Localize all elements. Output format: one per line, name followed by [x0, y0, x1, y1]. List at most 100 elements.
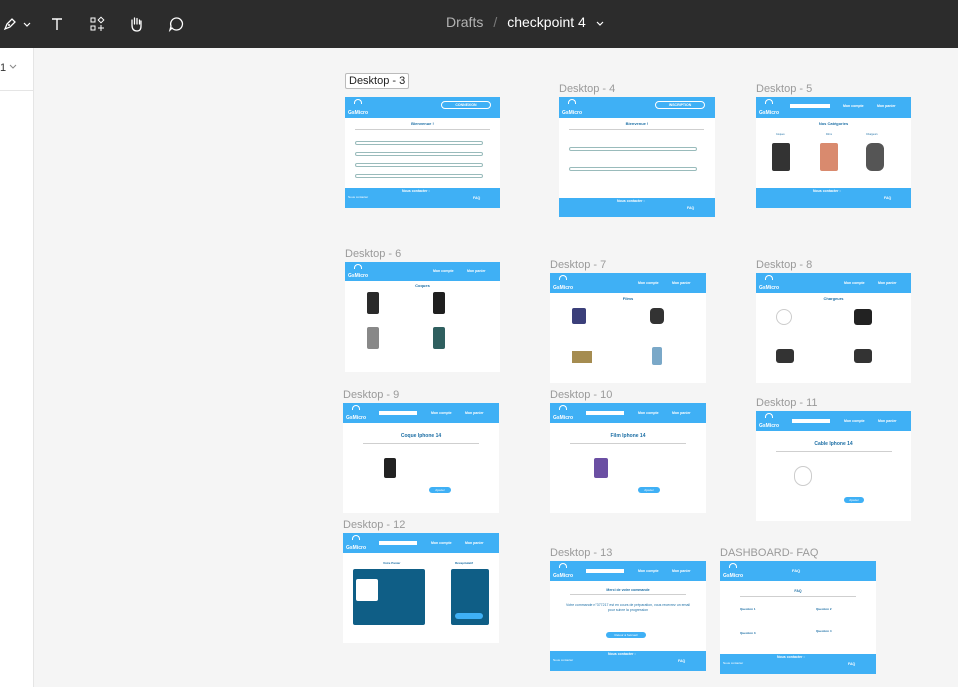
frame-label-desktop-11[interactable]: Desktop - 11: [756, 397, 818, 409]
product-image[interactable]: [572, 351, 592, 363]
nav-cart[interactable]: Mon panier: [467, 269, 486, 273]
frame-desktop-13[interactable]: GsMicro Mon compte Mon panier Merci de v…: [550, 561, 706, 671]
frame-label-desktop-9[interactable]: Desktop - 9: [343, 389, 399, 401]
frame-desktop-3[interactable]: GsMicro CONNEXION Bienvenue ! Nous conta…: [345, 97, 500, 208]
product-image[interactable]: [866, 143, 884, 171]
frame-label-desktop-6[interactable]: Desktop - 6: [345, 248, 401, 260]
faq-question[interactable]: Question 3: [740, 631, 756, 635]
frame-desktop-6[interactable]: GsMicro Mon compte Mon panier Coques: [345, 262, 500, 372]
nav-cart[interactable]: Mon panier: [672, 569, 691, 573]
product-image[interactable]: [854, 309, 872, 325]
nav-account[interactable]: Mon compte: [431, 411, 452, 415]
frame-desktop-5[interactable]: GsMicro Mon compte Mon panier Nos Catégo…: [756, 97, 911, 208]
product-image[interactable]: [433, 292, 445, 314]
nav-account[interactable]: Mon compte: [638, 411, 659, 415]
components-icon[interactable]: [88, 12, 106, 36]
faq-question[interactable]: Question 1: [740, 607, 756, 611]
product-image[interactable]: [854, 349, 872, 363]
nav-account[interactable]: Mon compte: [844, 281, 865, 285]
frame-desktop-7[interactable]: GsMicro Mon compte Mon panier Films: [550, 273, 706, 383]
frame-desktop-9[interactable]: GsMicro Mon compte Mon panier Coque Ipho…: [343, 403, 499, 513]
hand-icon[interactable]: [126, 12, 146, 36]
product-image[interactable]: [652, 347, 662, 365]
frame-label-desktop-8[interactable]: Desktop - 8: [756, 259, 812, 271]
nav-cart[interactable]: Mon panier: [672, 411, 691, 415]
search-input[interactable]: [379, 541, 417, 545]
frame-desktop-8[interactable]: GsMicro Mon compte Mon panier Chargeurs: [756, 273, 911, 383]
faq-link[interactable]: FAQ: [687, 206, 694, 210]
nav-faq[interactable]: FAQ: [792, 568, 800, 573]
product-image[interactable]: [356, 579, 378, 601]
form-field[interactable]: [355, 152, 483, 156]
product-image[interactable]: [594, 458, 608, 478]
search-input[interactable]: [379, 411, 417, 415]
faq-link[interactable]: FAQ: [473, 196, 480, 200]
add-to-cart-button[interactable]: Ajouter: [844, 497, 864, 503]
form-field[interactable]: [569, 147, 697, 151]
frame-label-desktop-4[interactable]: Desktop - 4: [559, 83, 615, 95]
nav-account[interactable]: Mon compte: [431, 541, 452, 545]
frame-label-desktop-10[interactable]: Desktop - 10: [550, 389, 612, 401]
search-input[interactable]: [792, 419, 830, 423]
search-input[interactable]: [586, 569, 624, 573]
nav-account[interactable]: Mon compte: [433, 269, 454, 273]
frame-label-dashboard-faq[interactable]: DASHBOARD- FAQ: [720, 547, 818, 559]
product-image[interactable]: [776, 309, 792, 325]
add-to-cart-button[interactable]: Ajouter: [638, 487, 660, 493]
product-image[interactable]: [650, 308, 664, 324]
back-home-button[interactable]: Retour à l'accueil: [606, 632, 646, 638]
connexion-button[interactable]: CONNEXION: [441, 101, 491, 109]
form-field[interactable]: [355, 141, 483, 145]
nav-cart[interactable]: Mon panier: [465, 411, 484, 415]
frame-label-desktop-3[interactable]: Desktop - 3: [345, 73, 410, 89]
chevron-down-icon[interactable]: [9, 62, 17, 72]
product-image[interactable]: [820, 143, 838, 171]
inscription-button[interactable]: INSCRIPTION: [655, 101, 705, 109]
frame-label-desktop-7[interactable]: Desktop - 7: [550, 259, 606, 271]
faq-link[interactable]: FAQ: [678, 659, 685, 663]
product-image[interactable]: [433, 327, 445, 349]
product-image[interactable]: [794, 466, 812, 486]
form-field[interactable]: [355, 163, 483, 167]
form-field[interactable]: [569, 167, 697, 171]
frame-label-desktop-5[interactable]: Desktop - 5: [756, 83, 812, 95]
file-name[interactable]: checkpoint 4: [507, 14, 586, 30]
pen-icon[interactable]: [2, 12, 18, 36]
add-to-cart-button[interactable]: Ajouter: [429, 487, 451, 493]
search-input[interactable]: [790, 104, 830, 108]
frame-desktop-4[interactable]: GsMicro INSCRIPTION Bienvenue ! Nous con…: [559, 97, 715, 217]
frame-label-desktop-13[interactable]: Desktop - 13: [550, 547, 612, 559]
faq-question[interactable]: Question 4: [816, 629, 832, 633]
product-image[interactable]: [384, 458, 396, 478]
comment-icon[interactable]: [166, 12, 186, 36]
nav-cart[interactable]: Mon panier: [465, 541, 484, 545]
nav-account[interactable]: Mon compte: [844, 419, 865, 423]
product-image[interactable]: [776, 349, 794, 363]
frame-desktop-11[interactable]: GsMicro Mon compte Mon panier Cable Ipho…: [756, 411, 911, 521]
text-icon[interactable]: [48, 12, 66, 36]
frame-desktop-10[interactable]: GsMicro Mon compte Mon panier Film Iphon…: [550, 403, 706, 513]
chevron-down-icon[interactable]: [22, 12, 32, 36]
search-input[interactable]: [586, 411, 624, 415]
chevron-down-icon[interactable]: [596, 14, 604, 30]
faq-question[interactable]: Question 2: [816, 607, 832, 611]
product-image[interactable]: [772, 143, 790, 171]
nav-cart[interactable]: Mon panier: [878, 419, 897, 423]
frame-desktop-12[interactable]: GsMicro Mon compte Mon panier Votre Pani…: [343, 533, 499, 643]
frame-label-desktop-12[interactable]: Desktop - 12: [343, 519, 405, 531]
form-field[interactable]: [355, 174, 483, 178]
nav-cart[interactable]: Mon panier: [878, 281, 897, 285]
drafts-link[interactable]: Drafts: [446, 14, 483, 30]
nav-account[interactable]: Mon compte: [638, 569, 659, 573]
frame-dashboard-faq[interactable]: GsMicro FAQ FAQ Question 1 Question 2 Qu…: [720, 561, 876, 674]
product-image[interactable]: [367, 327, 379, 349]
nav-cart[interactable]: Mon panier: [877, 104, 896, 108]
faq-link[interactable]: FAQ: [884, 196, 891, 200]
product-image[interactable]: [572, 308, 586, 324]
product-image[interactable]: [367, 292, 379, 314]
page-number[interactable]: 1: [0, 62, 6, 74]
nav-cart[interactable]: Mon panier: [672, 281, 691, 285]
nav-account[interactable]: Mon compte: [638, 281, 659, 285]
checkout-button[interactable]: [455, 613, 483, 619]
nav-account[interactable]: Mon compte: [843, 104, 864, 108]
